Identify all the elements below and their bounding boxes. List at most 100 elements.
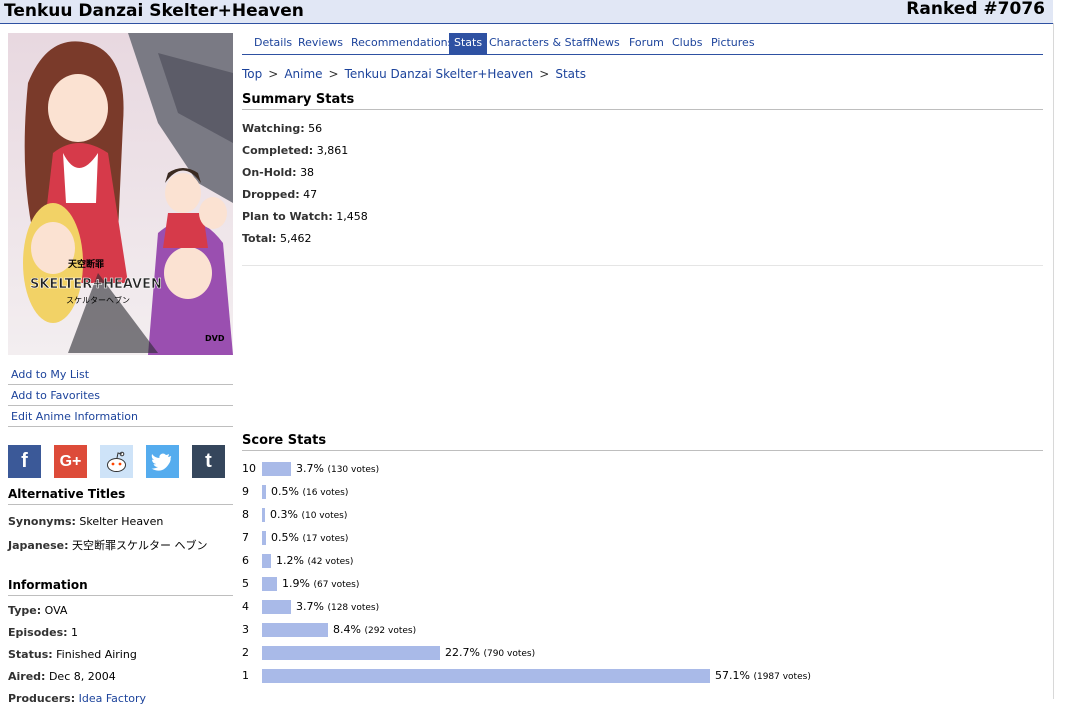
social-share-bar: f G+ t (8, 445, 233, 479)
synonyms-value: Skelter Heaven (79, 515, 164, 528)
score-stats-heading: Score Stats (242, 433, 1043, 451)
tab-news[interactable]: News (585, 33, 625, 54)
tab-pictures[interactable]: Pictures (706, 33, 760, 54)
cover-logo-line1: 天空断罪 (68, 258, 104, 270)
score-percent: 0.5% (17 votes) (271, 530, 348, 547)
score-percent: 1.9% (67 votes) (282, 576, 359, 593)
score-vote-count: (16 votes) (302, 488, 349, 498)
stat-label: Total: (242, 232, 277, 245)
score-percent-value: 0.5% (271, 531, 303, 544)
score-vote-count: (128 votes) (327, 603, 380, 613)
type-row: Type: OVA (8, 604, 67, 617)
score-percent-value: 0.3% (270, 508, 302, 521)
breadcrumb-separator: > (328, 67, 339, 81)
score-bar (262, 600, 291, 614)
google-plus-icon[interactable]: G+ (54, 445, 87, 478)
score-vote-count: (1987 votes) (753, 672, 811, 682)
status-row: Status: Finished Airing (8, 648, 137, 661)
summary-stats-heading: Summary Stats (242, 92, 1043, 110)
score-percent: 0.5% (16 votes) (271, 484, 348, 501)
anime-title: Tenkuu Danzai Skelter+Heaven (4, 1, 304, 21)
aired-row: Aired: Dec 8, 2004 (8, 670, 116, 683)
breadcrumb-separator: > (539, 67, 550, 81)
score-percent-value: 3.7% (296, 462, 328, 475)
content-border (1053, 23, 1054, 699)
score-vote-count: (10 votes) (301, 511, 348, 521)
score-vote-count: (130 votes) (327, 465, 380, 475)
stat-completed: Completed: 3,861 (242, 144, 348, 157)
tab-details[interactable]: Details (249, 33, 297, 54)
breadcrumb-top[interactable]: Top (242, 67, 262, 81)
edit-anime-info-link[interactable]: Edit Anime Information (8, 407, 233, 427)
score-bar (262, 669, 710, 683)
facebook-icon[interactable]: f (8, 445, 41, 478)
tab-clubs[interactable]: Clubs (667, 33, 707, 54)
alt-titles-heading: Alternative Titles (8, 487, 233, 505)
score-percent: 1.2% (42 votes) (276, 553, 353, 570)
score-bar (262, 554, 271, 568)
score-value: 2 (242, 646, 249, 659)
tab-reviews[interactable]: Reviews (293, 33, 348, 54)
tab-stats[interactable]: Stats (449, 33, 488, 54)
score-vote-count: (17 votes) (302, 534, 349, 544)
breadcrumb-title[interactable]: Tenkuu Danzai Skelter+Heaven (345, 67, 534, 81)
score-vote-count: (42 votes) (307, 557, 354, 567)
score-percent: 3.7% (130 votes) (296, 461, 379, 478)
add-to-list-link[interactable]: Add to My List (8, 365, 233, 385)
score-bar (262, 623, 328, 637)
tab-forum[interactable]: Forum (624, 33, 669, 54)
title-bar: Tenkuu Danzai Skelter+Heaven Ranked #707… (0, 0, 1053, 24)
score-value: 5 (242, 577, 249, 590)
stat-value: 47 (303, 188, 318, 201)
score-percent-value: 8.4% (333, 623, 365, 636)
score-vote-count: (292 votes) (364, 626, 417, 636)
add-to-favorites-link[interactable]: Add to Favorites (8, 386, 233, 406)
score-percent-value: 1.9% (282, 577, 314, 590)
score-value: 7 (242, 531, 249, 544)
tab-recommendations[interactable]: Recommendations (346, 33, 458, 54)
cover-logo-line2: SKELTER+HEAVEN (30, 277, 162, 292)
japanese-label: Japanese: (8, 539, 69, 552)
aired-label: Aired: (8, 670, 46, 683)
synonyms-label: Synonyms: (8, 515, 76, 528)
score-bar (262, 485, 266, 499)
score-value: 4 (242, 600, 249, 613)
breadcrumb-anime[interactable]: Anime (284, 67, 322, 81)
status-label: Status: (8, 648, 53, 661)
episodes-value: 1 (71, 626, 79, 639)
stat-value: 5,462 (279, 232, 312, 245)
synonyms-row: Synonyms: Skelter Heaven (8, 515, 163, 528)
score-percent-value: 3.7% (296, 600, 328, 613)
episodes-row: Episodes: 1 (8, 626, 78, 639)
stat-value: 56 (308, 122, 323, 135)
score-bar (262, 531, 266, 545)
stat-value: 3,861 (316, 144, 349, 157)
stat-value: 38 (300, 166, 315, 179)
score-percent-value: 57.1% (715, 669, 754, 682)
score-percent: 22.7% (790 votes) (445, 645, 535, 662)
score-bar (262, 462, 291, 476)
breadcrumb-stats[interactable]: Stats (555, 67, 586, 81)
type-label: Type: (8, 604, 42, 617)
stat-label: Watching: (242, 122, 305, 135)
score-bar (262, 577, 277, 591)
stat-total: Total: 5,462 (242, 232, 311, 245)
cover-image[interactable]: 天空断罪 SKELTER+HEAVEN スケルターヘブン DVD (8, 33, 233, 355)
tumblr-icon[interactable]: t (192, 445, 225, 478)
score-percent: 8.4% (292 votes) (333, 622, 416, 639)
ranked-label: Ranked #7076 (906, 0, 1045, 19)
twitter-icon[interactable] (146, 445, 179, 478)
reddit-icon[interactable] (100, 445, 133, 478)
cover-logo-line3: スケルターヘブン (66, 295, 130, 305)
stat-label: Dropped: (242, 188, 300, 201)
score-percent: 0.3% (10 votes) (270, 507, 347, 524)
score-value: 8 (242, 508, 249, 521)
section-divider (242, 265, 1043, 266)
stat-label: Plan to Watch: (242, 210, 333, 223)
score-percent-value: 1.2% (276, 554, 308, 567)
breadcrumb-separator: > (268, 67, 279, 81)
stat-label: Completed: (242, 144, 314, 157)
stat-watching: Watching: 56 (242, 122, 322, 135)
tab-characters-staff[interactable]: Characters & Staff (484, 33, 595, 54)
score-value: 9 (242, 485, 249, 498)
